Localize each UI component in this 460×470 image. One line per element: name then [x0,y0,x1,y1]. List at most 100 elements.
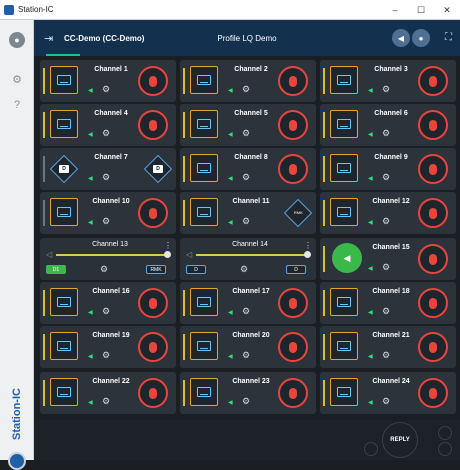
talk-button[interactable] [138,66,168,96]
talk-button[interactable] [278,288,308,318]
channel-tile[interactable]: Channel 18 ◀ ⚙ [320,282,456,324]
talk-button[interactable] [278,66,308,96]
volume-icon[interactable]: ⚙ [382,262,390,273]
listen-key[interactable] [50,332,78,360]
channel-tile[interactable]: ◀ Channel 15 ◀ ⚙ [320,238,456,280]
channel-tile[interactable]: Channel 24 ◀ ⚙ [320,372,456,414]
listen-key[interactable] [50,198,78,226]
volume-icon[interactable]: ⚙ [242,128,250,139]
key-diamond[interactable]: D [49,154,79,184]
listen-key[interactable] [50,288,78,316]
volume-icon[interactable]: ⚙ [102,84,110,95]
reply-button[interactable]: REPLY [382,422,418,458]
key-diamond[interactable]: RMK [283,198,313,228]
slider-handle[interactable] [164,251,171,258]
volume-icon[interactable]: ⚙ [102,396,110,407]
left-key-pill[interactable]: D1 [46,265,66,274]
volume-icon[interactable]: ⚙ [242,172,250,183]
more-icon[interactable]: ⋮ [304,241,312,250]
channel-tile[interactable]: Channel 17 ◀ ⚙ [180,282,316,324]
listen-key[interactable] [330,66,358,94]
minimize-button[interactable]: – [382,0,408,20]
volume-icon[interactable]: ⚙ [382,350,390,361]
right-key-pill[interactable]: RMK [146,265,166,274]
volume-icon[interactable]: ⚙ [102,128,110,139]
volume-icon[interactable]: ⚙ [102,172,110,183]
volume-icon[interactable]: ⚙ [240,264,248,275]
channel-tile[interactable]: Channel 19 ◀ ⚙ [40,326,176,368]
channel-tile[interactable]: ◁ Channel 14 ⋮ D ⚙ D [180,238,316,280]
volume-icon[interactable]: ⚙ [242,306,250,317]
listen-key[interactable] [50,66,78,94]
right-key-pill[interactable]: D [286,265,306,274]
volume-icon[interactable]: ⚙ [382,306,390,317]
volume-icon[interactable]: ⚙ [100,264,108,275]
channel-tile[interactable]: Channel 6 ◀ ⚙ [320,104,456,146]
talk-button[interactable] [138,288,168,318]
channel-tile[interactable]: Channel 22 ◀ ⚙ [40,372,176,414]
listen-key[interactable] [330,154,358,182]
talk-button[interactable] [418,110,448,140]
volume-icon[interactable]: ⚙ [242,84,250,95]
channel-tile[interactable]: Channel 20 ◀ ⚙ [180,326,316,368]
channel-tile[interactable]: Channel 23 ◀ ⚙ [180,372,316,414]
speaker-icon[interactable]: ◀ [392,29,410,47]
channel-tile[interactable]: Channel 8 ◀ ⚙ [180,148,316,190]
listen-key[interactable] [330,378,358,406]
expand-icon[interactable]: ⛶ [445,32,452,43]
talk-button[interactable] [278,154,308,184]
listen-key[interactable] [50,378,78,406]
help-icon[interactable]: ? [10,98,24,112]
talk-button[interactable] [138,110,168,140]
channel-tile[interactable]: Channel 1 ◀ ⚙ [40,60,176,102]
channel-tile[interactable]: Channel 4 ◀ ⚙ [40,104,176,146]
volume-icon[interactable]: ⚙ [382,172,390,183]
listen-key[interactable] [190,198,218,226]
talk-button[interactable] [418,332,448,362]
speaker-icon[interactable]: ◀ [332,243,362,273]
channel-tile[interactable]: D Channel 7 ◀ ⚙ D [40,148,176,190]
channel-tile[interactable]: Channel 21 ◀ ⚙ [320,326,456,368]
volume-icon[interactable]: ⚙ [382,128,390,139]
volume-icon[interactable]: ⚙ [242,350,250,361]
channel-tile[interactable]: Channel 12 ◀ ⚙ [320,192,456,234]
channel-tile[interactable]: ◁ Channel 13 ⋮ D1 ⚙ RMK [40,238,176,280]
volume-icon[interactable]: ⚙ [102,306,110,317]
gear-icon[interactable]: ⚙ [10,72,24,86]
exit-icon[interactable]: ⇥ [44,32,58,45]
volume-icon[interactable]: ⚙ [382,84,390,95]
volume-icon[interactable]: ⚙ [102,216,110,227]
listen-key[interactable] [190,288,218,316]
volume-icon[interactable]: ⚙ [382,216,390,227]
talk-button[interactable] [418,198,448,228]
listen-key[interactable] [190,332,218,360]
channel-tile[interactable]: Channel 3 ◀ ⚙ [320,60,456,102]
listen-key[interactable] [190,154,218,182]
talk-button[interactable] [418,154,448,184]
talk-button[interactable] [278,378,308,408]
talk-button[interactable] [138,332,168,362]
channel-tile[interactable]: Channel 10 ◀ ⚙ [40,192,176,234]
listen-key[interactable] [330,332,358,360]
talk-button[interactable] [138,378,168,408]
listen-key[interactable] [190,66,218,94]
channel-tile[interactable]: Channel 16 ◀ ⚙ [40,282,176,324]
left-key-pill[interactable]: D [186,265,206,274]
more-icon[interactable]: ⋮ [164,241,172,250]
volume-icon[interactable]: ⚙ [242,216,250,227]
volume-slider[interactable] [56,251,171,258]
listen-key[interactable] [190,378,218,406]
talk-button[interactable] [418,244,448,274]
volume-icon[interactable]: ⚙ [102,350,110,361]
talk-button[interactable] [418,66,448,96]
listen-key[interactable] [50,110,78,138]
volume-icon[interactable]: ⚙ [382,396,390,407]
maximize-button[interactable]: ☐ [408,0,434,20]
user-icon[interactable]: ● [9,32,25,48]
channel-tile[interactable]: Channel 9 ◀ ⚙ [320,148,456,190]
talk-button[interactable] [418,378,448,408]
mic-icon[interactable]: ● [412,29,430,47]
talk-button[interactable] [138,198,168,228]
talk-button[interactable] [278,110,308,140]
listen-key[interactable] [190,110,218,138]
